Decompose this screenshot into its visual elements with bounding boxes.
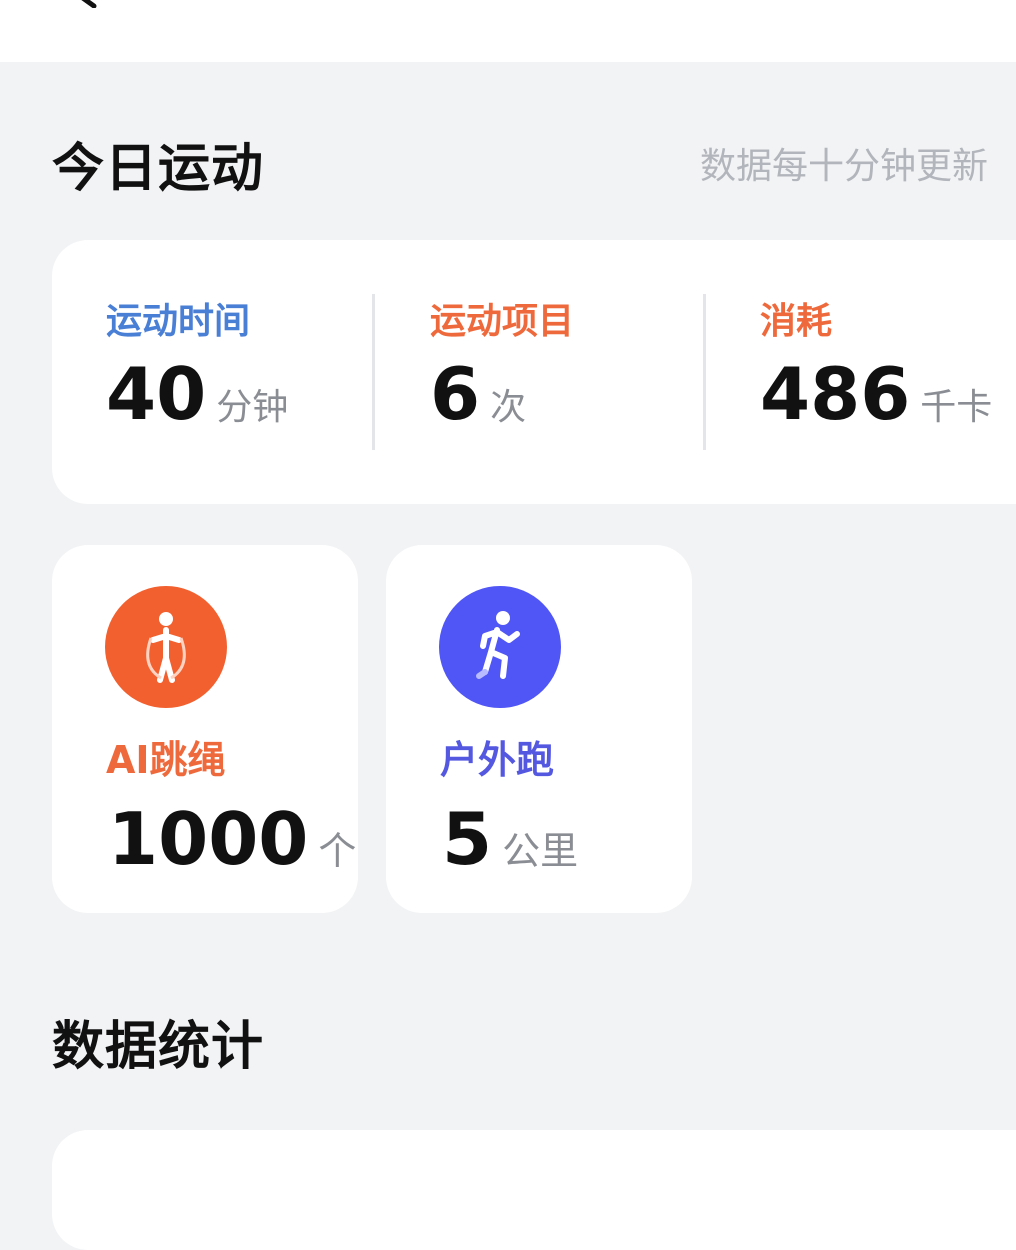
divider xyxy=(703,294,706,450)
metric-label: 运动项目 xyxy=(430,301,575,342)
sport-card-outdoor-run[interactable]: 户外跑 5 公里 xyxy=(386,545,692,913)
metric-label: 消耗 xyxy=(760,301,833,342)
sport-unit: 个 xyxy=(318,829,357,873)
metric-exercise-items: 运动项目 6 次 xyxy=(430,292,574,430)
metric-unit: 分钟 xyxy=(216,387,289,428)
running-icon xyxy=(439,586,561,708)
divider xyxy=(372,294,375,450)
sport-card-jump-rope[interactable]: AI跳绳 1000 个 xyxy=(52,545,358,913)
metric-value: 6 xyxy=(430,352,481,436)
today-summary-card: 运动时间 40 分钟 运动项目 6 次 消耗 486 千卡 xyxy=(52,240,1016,504)
sport-value: 5 xyxy=(442,797,493,881)
metric-exercise-time: 运动时间 40 分钟 xyxy=(106,292,288,430)
metric-value: 40 xyxy=(106,352,207,436)
update-hint: 数据每十分钟更新 xyxy=(700,146,989,187)
sport-unit: 公里 xyxy=(502,829,579,873)
back-icon[interactable] xyxy=(70,0,100,8)
stats-card xyxy=(52,1130,1016,1250)
sport-label: 户外跑 xyxy=(440,738,555,782)
metric-unit: 次 xyxy=(490,387,527,428)
top-bar xyxy=(0,0,1016,62)
stats-title: 数据统计 xyxy=(52,1017,265,1077)
metric-calories: 消耗 486 千卡 xyxy=(760,292,992,430)
sport-value: 1000 xyxy=(108,797,309,881)
jump-rope-icon xyxy=(105,586,227,708)
today-title: 今日运动 xyxy=(52,139,265,199)
sport-label: AI跳绳 xyxy=(106,738,226,782)
metric-label: 运动时间 xyxy=(106,301,251,342)
metric-value: 486 xyxy=(760,352,911,436)
metric-unit: 千卡 xyxy=(920,387,993,428)
